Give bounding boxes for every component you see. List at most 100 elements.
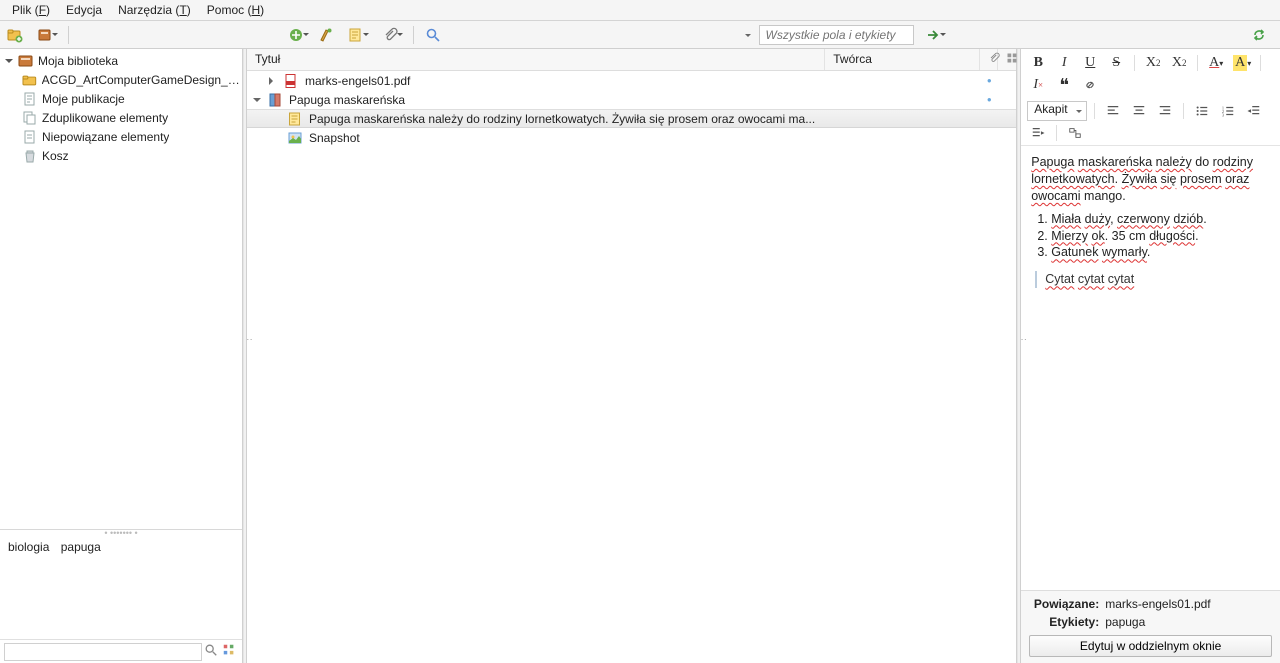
menu-file[interactable]: Plik (F) [4, 1, 58, 19]
item-row[interactable]: Papuga maskareńska ● [247, 90, 1016, 109]
tag-menu-icon[interactable] [220, 643, 238, 660]
search-input[interactable] [759, 25, 914, 45]
library-icon [18, 53, 34, 69]
toolbar-separator [1197, 55, 1198, 71]
tag-item[interactable]: papuga [61, 540, 101, 554]
tree-item[interactable]: Zduplikowane elementy [0, 108, 242, 127]
tree-label: Niepowiązane elementy [42, 130, 169, 144]
item-row[interactable]: Snapshot [247, 128, 1016, 147]
trash-icon [22, 148, 38, 164]
link-button[interactable] [1079, 75, 1101, 95]
menu-bar: Plik (F) Edycja Narzędzia (T) Pomoc (H) [0, 0, 1280, 21]
tree-label: Zduplikowane elementy [42, 111, 168, 125]
add-attachment-button[interactable] [375, 24, 405, 46]
format-toolbar: B I U S X2 X2 A ▾ A ▾ I× ❝ Akapit [1021, 49, 1280, 146]
tree-item[interactable]: ACGD_ArtComputerGameDesign_C... [0, 70, 242, 89]
collections-tree[interactable]: Moja biblioteka ACGD_ArtComputerGameDesi… [0, 49, 242, 529]
add-by-identifier-button[interactable] [315, 24, 337, 46]
paragraph-style-select[interactable]: Akapit [1027, 101, 1087, 121]
align-left-button[interactable] [1102, 101, 1124, 121]
unfiled-icon [22, 129, 38, 145]
strikethrough-button[interactable]: S [1105, 53, 1127, 73]
new-note-button[interactable] [341, 24, 371, 46]
tag-filter-input[interactable] [4, 643, 202, 661]
menu-tools[interactable]: Narzędzia (T) [110, 1, 199, 19]
toolbar-separator [1260, 55, 1261, 71]
menu-help[interactable]: Pomoc (H) [199, 1, 272, 19]
note-list-item: Gatunek wymarły. [1051, 244, 1270, 261]
main-toolbar [0, 21, 1280, 49]
align-right-button[interactable] [1154, 101, 1176, 121]
item-title: Snapshot [309, 131, 815, 145]
item-row[interactable]: marks-engels01.pdf ● [247, 71, 1016, 90]
note-paragraph: Papuga maskareńska należy do rodziny lor… [1031, 154, 1270, 205]
blockquote-button[interactable]: ❝ [1053, 75, 1075, 95]
tag-search-icon[interactable] [202, 643, 220, 660]
tree-label: Kosz [42, 149, 69, 163]
item-title: Papuga maskareńska należy do rodziny lor… [309, 112, 815, 126]
note-editor[interactable]: Papuga maskareńska należy do rodziny lor… [1021, 146, 1280, 590]
new-item-button[interactable] [281, 24, 311, 46]
tags-value[interactable]: papuga [1105, 615, 1145, 629]
svg-text:3: 3 [1222, 112, 1225, 117]
align-center-button[interactable] [1128, 101, 1150, 121]
column-creator[interactable]: Twórca [825, 49, 980, 70]
related-label: Powiązane: [1029, 597, 1099, 611]
toolbar-separator [1094, 103, 1095, 119]
twisty-icon[interactable] [269, 74, 277, 88]
bold-button[interactable]: B [1027, 53, 1049, 73]
twisty-icon[interactable] [253, 93, 261, 107]
superscript-button[interactable]: X2 [1168, 53, 1190, 73]
edit-in-window-button[interactable]: Edytuj w oddzielnym oknie [1029, 635, 1272, 657]
note-meta: Powiązane: marks-engels01.pdf Etykiety: … [1021, 590, 1280, 663]
find-button[interactable] [1064, 123, 1086, 143]
advanced-search-button[interactable] [422, 24, 444, 46]
note-icon [287, 111, 303, 127]
locate-button[interactable] [918, 24, 948, 46]
tree-root[interactable]: Moja biblioteka [0, 51, 242, 70]
toolbar-separator [68, 26, 69, 44]
splitter-handle[interactable]: • ••••••• • [8, 528, 234, 538]
tag-item[interactable]: biologia [8, 540, 49, 554]
collections-pane: Moja biblioteka ACGD_ArtComputerGameDesi… [0, 49, 243, 663]
tree-item[interactable]: Kosz [0, 146, 242, 165]
column-attachment-icon[interactable] [980, 49, 998, 70]
item-title: Papuga maskareńska [289, 93, 815, 107]
tree-label: Moje publikacje [42, 92, 125, 106]
related-value[interactable]: marks-engels01.pdf [1105, 597, 1210, 611]
column-title[interactable]: Tytuł [247, 49, 825, 70]
snapshot-icon [287, 130, 303, 146]
book-icon [267, 92, 283, 108]
highlight-button[interactable]: A ▾ [1231, 53, 1253, 73]
tree-item[interactable]: Moje publikacje [0, 89, 242, 108]
outdent-button[interactable] [1243, 101, 1265, 121]
tree-item[interactable]: Niepowiązane elementy [0, 127, 242, 146]
item-row[interactable]: Papuga maskareńska należy do rodziny lor… [247, 109, 1016, 128]
new-collection-button[interactable] [4, 24, 26, 46]
tag-selector: • ••••••• • biologia papuga [0, 529, 242, 639]
underline-button[interactable]: U [1079, 53, 1101, 73]
search-mode-dropdown[interactable] [745, 25, 755, 45]
twisty-icon[interactable] [4, 56, 14, 66]
item-title: marks-engels01.pdf [305, 74, 815, 88]
toolbar-separator [1134, 55, 1135, 71]
subscript-button[interactable]: X2 [1142, 53, 1164, 73]
numbered-list-button[interactable]: 123 [1217, 101, 1239, 121]
duplicate-icon [22, 110, 38, 126]
tree-label: ACGD_ArtComputerGameDesign_C... [42, 73, 242, 87]
column-picker-icon[interactable] [998, 49, 1016, 70]
bullet-list-button[interactable] [1191, 101, 1213, 121]
item-list[interactable]: marks-engels01.pdf ● Papuga maskareńska … [247, 71, 1016, 663]
sync-button[interactable] [1248, 24, 1270, 46]
italic-button[interactable]: I [1053, 53, 1075, 73]
note-list: Miała duży, czerwony dziób. Mierzy ok. 3… [1051, 211, 1270, 262]
menu-edit[interactable]: Edycja [58, 1, 110, 19]
indent-button[interactable] [1027, 123, 1049, 143]
items-pane: Tytuł Twórca marks-engels01.pdf ● [247, 49, 1017, 663]
note-pane: B I U S X2 X2 A ▾ A ▾ I× ❝ Akapit [1021, 49, 1280, 663]
new-library-button[interactable] [30, 24, 60, 46]
clear-format-button[interactable]: I× [1027, 75, 1049, 95]
sync-dot-icon: ● [982, 95, 996, 104]
text-color-button[interactable]: A ▾ [1205, 53, 1227, 73]
sync-dot-icon: ● [982, 76, 996, 85]
